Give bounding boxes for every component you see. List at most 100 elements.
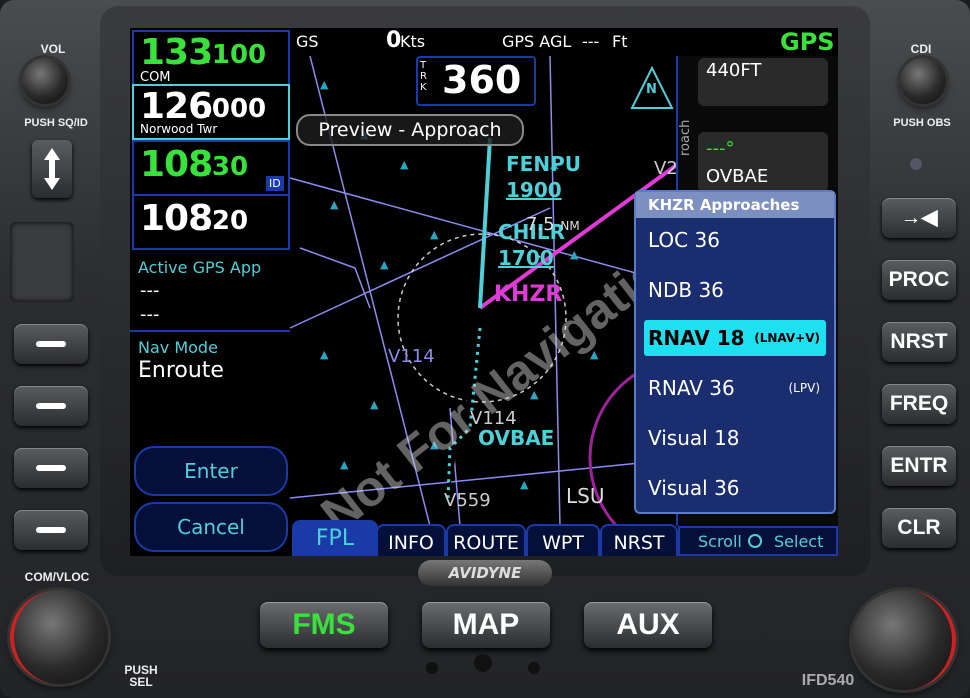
nav-active-box[interactable]: 108 .30 ID [132, 140, 290, 196]
range-unit: NM [560, 219, 580, 233]
menu-item-label: LOC 36 [648, 228, 720, 252]
menu-item-label: Visual 36 [648, 476, 740, 500]
tab-nrst[interactable]: NRST [600, 524, 678, 556]
cdi-label: CDI [910, 42, 932, 56]
enter-softkey[interactable]: Enter [134, 446, 288, 496]
vor-lsu[interactable]: LSU [566, 484, 604, 508]
dash-icon [36, 341, 66, 347]
nrst-button[interactable]: NRST [882, 322, 956, 362]
com-active-khz: .100 [202, 40, 267, 70]
vol-knob[interactable] [22, 58, 68, 104]
entr-button[interactable]: ENTR [882, 446, 956, 486]
left-softkey-3[interactable] [14, 448, 88, 488]
model-label: IFD540 [801, 672, 855, 689]
left-softkey-2[interactable] [14, 386, 88, 426]
brand-plate: AVIDYNE [418, 560, 552, 586]
map-button[interactable]: MAP [422, 602, 550, 648]
agl-unit: Ft [612, 32, 628, 51]
com-active-box[interactable]: 133 .100 COM [132, 30, 290, 88]
menu-item-label: RNAV 18 [648, 326, 745, 350]
track-value: 360 [442, 58, 522, 102]
nav-mode-title: Nav Mode [138, 338, 218, 357]
mode-annunciator: GPS [780, 28, 835, 56]
status-bar: GS 0 Kts GPS AGL --- Ft GPS [290, 28, 838, 56]
fms-button[interactable]: FMS [260, 602, 388, 648]
ident-badge: ID [266, 176, 284, 191]
menu-item-visual36[interactable]: Visual 36 [644, 470, 826, 506]
com-standby-box[interactable]: 126 .000 Norwood Twr [132, 84, 290, 140]
alt-1700: 1700 [498, 246, 554, 270]
scroll-select-hint: Scroll Select [678, 526, 838, 556]
course-value: ---° [706, 138, 735, 159]
menu-item-ndb36[interactable]: NDB 36 [644, 272, 826, 308]
active-gps-app-line1: --- [140, 280, 160, 301]
north-label: N [646, 82, 657, 97]
menu-item-sub: (LPV) [788, 381, 821, 395]
freq-button[interactable]: FREQ [882, 384, 956, 424]
push-sqid-label: PUSH SQ/ID [24, 117, 88, 129]
airport-khzr[interactable]: KHZR [494, 282, 562, 307]
tab-info[interactable]: INFO [376, 524, 446, 556]
menu-item-rnav36[interactable]: RNAV 36 (LPV) [644, 370, 826, 406]
screw [474, 654, 492, 672]
menu-item-loc36[interactable]: LOC 36 [644, 222, 826, 258]
left-softkey-4[interactable] [14, 510, 88, 550]
svg-text:▲: ▲ [330, 198, 339, 211]
nav-mode-panel: Nav Mode Enroute [130, 334, 290, 388]
push-sel-label: PUSH SEL [124, 663, 158, 689]
proc-button[interactable]: PROC [882, 260, 956, 300]
menu-title: KHZR Approaches [636, 192, 834, 218]
active-gps-app-title: Active GPS App [138, 258, 262, 277]
altitude-panel: 440FT [698, 58, 828, 106]
com-vloc-label: COM/VLOC [24, 570, 90, 584]
alt-1900: 1900 [506, 178, 562, 202]
nav-standby-khz: .20 [202, 206, 249, 236]
aux-button[interactable]: AUX [584, 602, 712, 648]
scroll-label: Scroll [698, 532, 742, 551]
photocell [10, 222, 74, 302]
status-led [910, 158, 922, 170]
range-value: 7.5 [526, 214, 555, 235]
swap-button[interactable] [32, 140, 72, 198]
fms-knob[interactable] [852, 590, 956, 690]
com-vloc-knob[interactable] [10, 590, 108, 684]
tab-wpt[interactable]: WPT [526, 524, 600, 556]
track-label: TRK [420, 60, 427, 93]
approaches-menu[interactable]: KHZR Approaches LOC 36 NDB 36 RNAV 18 (LN… [634, 190, 836, 514]
tab-route[interactable]: ROUTE [446, 524, 526, 556]
left-softkey-1[interactable] [14, 324, 88, 364]
waypoint-panel: ---° OVBAE [698, 132, 828, 192]
clr-button[interactable]: CLR [882, 508, 956, 548]
swap-arrows-icon [44, 148, 60, 190]
direct-to-button[interactable]: →◀ [882, 198, 956, 238]
nav-mode-value: Enroute [138, 358, 224, 383]
side-tab-label: roach [678, 119, 693, 156]
menu-item-visual18[interactable]: Visual 18 [644, 420, 826, 456]
svg-text:▲: ▲ [520, 478, 529, 491]
gs-label: GS [296, 32, 319, 51]
svg-text:▲: ▲ [320, 348, 329, 361]
brand-logo: AVIDYNE [448, 564, 522, 582]
svg-text:▲: ▲ [570, 248, 579, 261]
fix-fenpu[interactable]: FENPU [506, 152, 581, 176]
svg-text:▲: ▲ [430, 228, 439, 241]
push-obs-label: PUSH OBS [893, 117, 951, 129]
airway-v114-a: V114 [388, 346, 435, 367]
active-gps-app-line2: --- [140, 304, 160, 325]
select-label: Select [774, 532, 824, 551]
svg-text:▲: ▲ [320, 78, 329, 91]
menu-item-label: NDB 36 [648, 278, 724, 302]
menu-item-rnav18[interactable]: RNAV 18 (LNAV+V) [644, 320, 826, 356]
cdi-knob[interactable] [900, 58, 946, 104]
agl-value: --- [582, 32, 600, 51]
cancel-softkey[interactable]: Cancel [134, 502, 288, 552]
fix-ovbae[interactable]: OVBAE [478, 426, 554, 450]
menu-item-label: Visual 18 [648, 426, 740, 450]
range-label: 7.5 NM [526, 214, 580, 235]
dash-icon [36, 403, 66, 409]
dash-icon [36, 465, 66, 471]
dash-icon [36, 527, 66, 533]
nav-standby-box[interactable]: 108 .20 [132, 194, 290, 250]
nav-active-khz: .30 [202, 152, 249, 182]
tab-fpl[interactable]: FPL [292, 520, 378, 556]
